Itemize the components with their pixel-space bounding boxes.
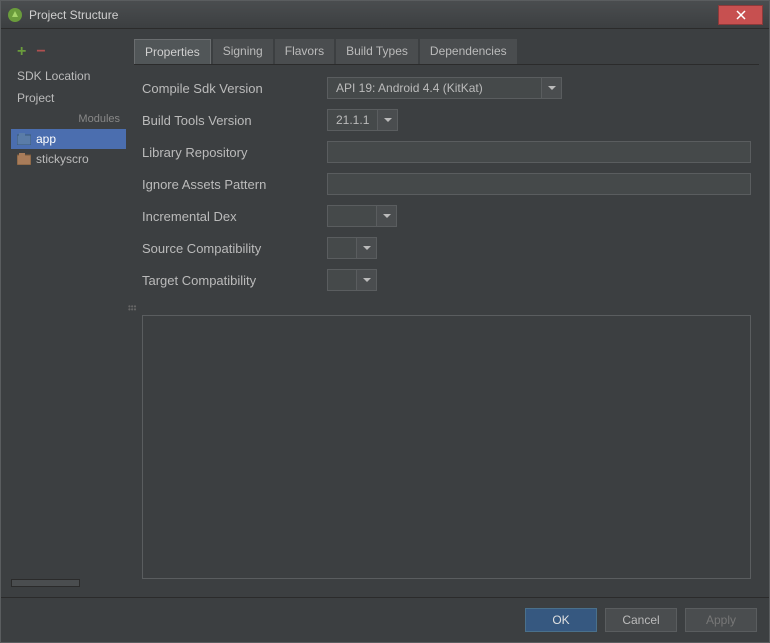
sidebar-item-project[interactable]: Project <box>11 87 126 109</box>
compile-sdk-label: Compile Sdk Version <box>142 81 317 96</box>
build-tools-combo[interactable]: 21.1.1 <box>327 109 398 131</box>
row-ignore-assets: Ignore Assets Pattern <box>142 173 751 195</box>
row-source-compat: Source Compatibility <box>142 237 751 259</box>
sidebar-item-sdk-location[interactable]: SDK Location <box>11 65 126 87</box>
content-area: + − SDK Location Project Modules app sti <box>1 29 769 597</box>
row-target-compat: Target Compatibility <box>142 269 751 291</box>
tab-flavors[interactable]: Flavors <box>275 39 334 64</box>
apply-button[interactable]: Apply <box>685 608 757 632</box>
main-area: + − SDK Location Project Modules app sti <box>11 39 759 587</box>
row-compile-sdk: Compile Sdk Version API 19: Android 4.4 … <box>142 77 751 99</box>
remove-icon[interactable]: − <box>36 43 45 61</box>
titlebar: Project Structure <box>1 1 769 29</box>
chevron-down-icon[interactable] <box>357 269 377 291</box>
target-compat-combo[interactable] <box>327 269 377 291</box>
target-compat-label: Target Compatibility <box>142 273 317 288</box>
source-compat-combo[interactable] <box>327 237 377 259</box>
tab-properties[interactable]: Properties <box>134 39 211 64</box>
source-compat-label: Source Compatibility <box>142 241 317 256</box>
tab-dependencies[interactable]: Dependencies <box>420 39 517 64</box>
add-icon[interactable]: + <box>17 43 26 61</box>
library-repo-input[interactable] <box>327 141 751 163</box>
chevron-down-icon[interactable] <box>357 237 377 259</box>
module-label: stickyscro <box>36 152 89 166</box>
sidebar-toolbar: + − <box>11 39 126 65</box>
close-icon <box>736 10 746 20</box>
module-icon <box>17 153 31 165</box>
sidebar-scrollbar[interactable] <box>11 579 80 587</box>
ok-button[interactable]: OK <box>525 608 597 632</box>
chevron-down-icon[interactable] <box>378 109 398 131</box>
button-bar: OK Cancel Apply <box>1 597 769 642</box>
module-icon <box>17 133 31 145</box>
split-handle[interactable]: •••••• <box>128 305 134 311</box>
close-button[interactable] <box>718 5 763 25</box>
tabs: Properties Signing Flavors Build Types D… <box>134 39 759 65</box>
library-repo-label: Library Repository <box>142 145 317 160</box>
tab-signing[interactable]: Signing <box>213 39 273 64</box>
incremental-dex-label: Incremental Dex <box>142 209 317 224</box>
app-icon <box>7 7 23 23</box>
module-item-stickyscro[interactable]: stickyscro <box>11 149 126 169</box>
source-compat-value <box>327 237 357 259</box>
compile-sdk-value: API 19: Android 4.4 (KitKat) <box>327 77 542 99</box>
detail-panel <box>142 315 751 579</box>
window-title: Project Structure <box>29 8 718 22</box>
build-tools-value: 21.1.1 <box>327 109 378 131</box>
right-panel: Properties Signing Flavors Build Types D… <box>134 39 759 587</box>
ignore-assets-label: Ignore Assets Pattern <box>142 177 317 192</box>
project-structure-window: Project Structure + − SDK Location Proje… <box>0 0 770 643</box>
target-compat-value <box>327 269 357 291</box>
cancel-button[interactable]: Cancel <box>605 608 677 632</box>
modules-header: Modules <box>11 109 126 129</box>
incremental-dex-value <box>327 205 377 227</box>
row-library-repo: Library Repository <box>142 141 751 163</box>
build-tools-label: Build Tools Version <box>142 113 317 128</box>
module-label: app <box>36 132 56 146</box>
tab-build-types[interactable]: Build Types <box>336 39 418 64</box>
sidebar: + − SDK Location Project Modules app sti <box>11 39 126 587</box>
module-item-app[interactable]: app <box>11 129 126 149</box>
ignore-assets-input[interactable] <box>327 173 751 195</box>
chevron-down-icon[interactable] <box>377 205 397 227</box>
row-incremental-dex: Incremental Dex <box>142 205 751 227</box>
chevron-down-icon[interactable] <box>542 77 562 99</box>
incremental-dex-combo[interactable] <box>327 205 397 227</box>
compile-sdk-combo[interactable]: API 19: Android 4.4 (KitKat) <box>327 77 562 99</box>
row-build-tools: Build Tools Version 21.1.1 <box>142 109 751 131</box>
properties-form: Compile Sdk Version API 19: Android 4.4 … <box>134 65 759 303</box>
